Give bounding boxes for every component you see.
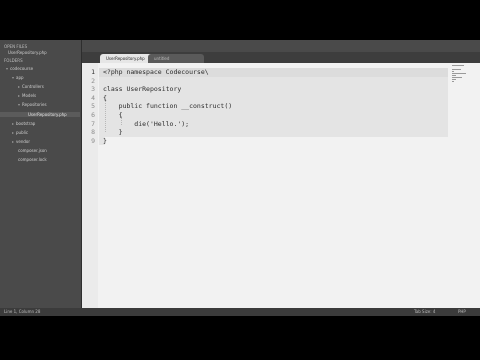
code-editor[interactable]: 1 2 3 4 5 6 7 8 9 <?php namespace Codeco… bbox=[82, 63, 480, 308]
minimap-line bbox=[452, 71, 454, 72]
line-number: 2 bbox=[91, 76, 95, 85]
line-number: 1 bbox=[91, 68, 95, 76]
open-file-item[interactable]: UserRepository.php bbox=[8, 50, 47, 55]
code-line[interactable]: class UserRepository bbox=[103, 85, 181, 94]
chevron-down-icon: ▾ bbox=[12, 75, 15, 80]
minimap-line bbox=[452, 77, 462, 78]
selection-highlight bbox=[99, 128, 448, 137]
chevron-right-icon: ▸ bbox=[12, 139, 15, 144]
sidebar-item-repositories[interactable]: ▾ Repositories bbox=[18, 102, 47, 107]
sidebar-item-bootstrap[interactable]: ▸ bootstrap bbox=[12, 121, 35, 126]
line-number: 3 bbox=[91, 85, 95, 94]
editor-window: OPEN FILES UserRepository.php FOLDERS ▾ c… bbox=[0, 40, 480, 316]
code-line[interactable]: { bbox=[103, 94, 107, 103]
folders-header: FOLDERS bbox=[4, 58, 23, 63]
sidebar-item-codecourse[interactable]: ▾ codecourse bbox=[6, 66, 33, 71]
minimap-line bbox=[452, 81, 454, 82]
tab-bar: UserRepository.php × untitled bbox=[82, 52, 480, 63]
chevron-right-icon: ▸ bbox=[12, 121, 15, 126]
sidebar-item-vendor[interactable]: ▸ vendor bbox=[12, 139, 30, 144]
code-line[interactable]: die('Hello.'); bbox=[103, 120, 189, 129]
tab-size-selector[interactable]: Tab Size: 4 bbox=[414, 308, 435, 316]
minimap-line bbox=[452, 69, 461, 70]
selection-highlight bbox=[99, 111, 448, 120]
line-number: 7 bbox=[91, 119, 95, 128]
line-number: 9 bbox=[91, 136, 95, 145]
line-number: 4 bbox=[91, 93, 95, 102]
sidebar-item-composer-json[interactable]: composer.json bbox=[18, 148, 47, 153]
line-number: 5 bbox=[91, 102, 95, 111]
code-line[interactable]: } bbox=[103, 137, 107, 146]
chevron-right-icon: ▸ bbox=[18, 84, 21, 89]
chevron-down-icon: ▾ bbox=[6, 66, 9, 71]
minimap[interactable] bbox=[452, 65, 472, 95]
code-line[interactable]: { bbox=[103, 111, 123, 120]
minimap-line bbox=[452, 79, 456, 80]
code-line[interactable]: public function __construct() bbox=[103, 102, 233, 111]
code-line[interactable]: <?php namespace Codecourse\ bbox=[103, 68, 209, 77]
cursor-position: Line 1, Column 28 bbox=[4, 309, 41, 314]
sidebar-item-controllers[interactable]: ▸ Controllers bbox=[18, 84, 44, 89]
status-bar: Line 1, Column 28 Tab Size: 4 PHP bbox=[0, 308, 480, 316]
minimap-line bbox=[452, 75, 456, 76]
sidebar-item-userrepository[interactable]: UserRepository.php bbox=[0, 112, 80, 117]
line-number: 6 bbox=[91, 111, 95, 119]
selection-highlight bbox=[99, 76, 448, 86]
chevron-right-icon: ▸ bbox=[18, 93, 21, 98]
chevron-right-icon: ▸ bbox=[12, 130, 15, 135]
selection-highlight bbox=[99, 93, 448, 103]
sidebar-item-public[interactable]: ▸ public bbox=[12, 130, 28, 135]
sidebar: OPEN FILES UserRepository.php FOLDERS ▾ c… bbox=[0, 40, 82, 308]
syntax-selector[interactable]: PHP bbox=[458, 308, 466, 316]
sidebar-item-app[interactable]: ▾ app bbox=[12, 75, 24, 80]
minimap-line bbox=[452, 73, 466, 74]
sidebar-item-composer-lock[interactable]: composer.lock bbox=[18, 157, 47, 162]
tab-untitled[interactable]: untitled bbox=[148, 54, 204, 63]
open-files-header: OPEN FILES bbox=[4, 44, 28, 49]
line-number: 8 bbox=[91, 128, 95, 137]
code-line[interactable]: } bbox=[103, 128, 123, 137]
chevron-down-icon: ▾ bbox=[18, 102, 21, 107]
sidebar-item-models[interactable]: ▸ Models bbox=[18, 93, 36, 98]
minimap-line bbox=[452, 65, 464, 66]
